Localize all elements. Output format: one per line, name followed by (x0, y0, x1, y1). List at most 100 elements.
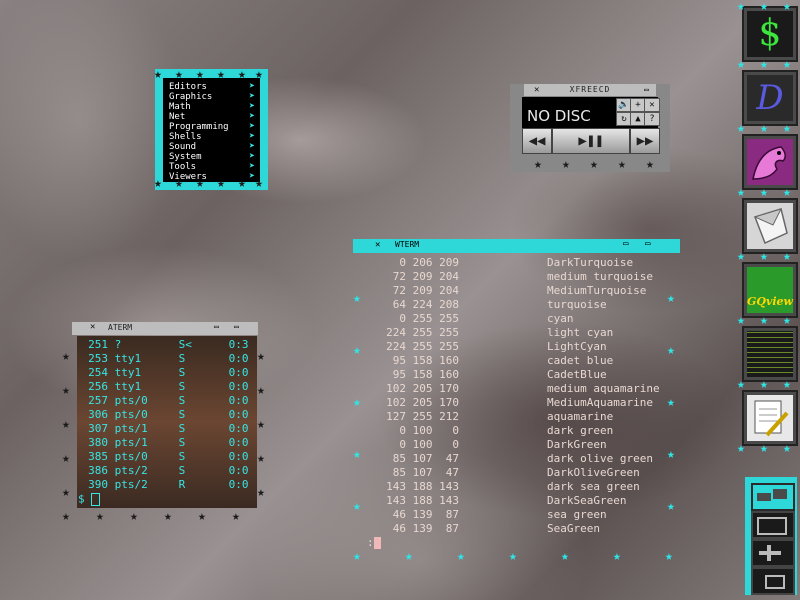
xfreecd-titlebar[interactable]: XFREECD (524, 84, 656, 96)
rgb-values: 95 158 160 (386, 368, 459, 381)
star-decoration-icon: ★ (238, 67, 246, 82)
color-name: DarkTurquoise (547, 256, 634, 269)
cpu-time: 0:3 (228, 338, 249, 351)
menu-item-system[interactable]: System ➤ (169, 152, 257, 163)
stat: S (178, 366, 186, 379)
dock-item-dragon[interactable] (742, 134, 798, 190)
rgb-values: 72 209 204 (386, 270, 459, 283)
color-name: dark olive green (547, 452, 653, 465)
star-decoration-icon: ★ (164, 509, 172, 524)
rgb-values: 95 158 160 (386, 354, 459, 367)
dock-item-gqview[interactable]: GQview (742, 262, 798, 318)
color-name: medium aquamarine (547, 382, 660, 395)
star-decoration-icon: ★ (667, 447, 675, 462)
wterm-window[interactable]: ✕ WTERM ▭ ▭ 0 206 209 DarkTurquoise 72 20… (353, 239, 680, 564)
wterm-titlebar[interactable]: ✕ WTERM ▭ ▭ (353, 239, 680, 253)
spreadsheet-app-icon (747, 331, 793, 377)
star-decoration-icon: ★ (667, 291, 675, 306)
color-name: MediumTurquoise (547, 284, 647, 297)
menu-item-tools[interactable]: Tools ➤ (169, 162, 257, 173)
maximize-icon[interactable]: ▭ (644, 85, 649, 94)
dock-item-notepad[interactable] (742, 390, 798, 446)
star-decoration-icon: ★ (130, 509, 138, 524)
stat: S (178, 408, 186, 421)
star-decoration-icon: ★ (353, 395, 361, 410)
color-name: medium turquoise (547, 270, 653, 283)
star-decoration-icon: ★ (783, 121, 791, 136)
star-decoration-icon: ★ (562, 157, 570, 172)
help-icon[interactable]: ? (644, 112, 660, 126)
menu-item-math[interactable]: Math ➤ (169, 102, 257, 113)
star-decoration-icon: ★ (783, 249, 791, 264)
menu-item-programming[interactable]: Programming ➤ (169, 122, 257, 133)
window-thumbnail (757, 517, 787, 535)
pager-prompt[interactable]: : (367, 536, 381, 550)
star-decoration-icon: ★ (154, 176, 162, 191)
maximize-icon[interactable]: ▭ (234, 322, 239, 331)
desktop-3[interactable] (751, 539, 795, 567)
menu-item-shells[interactable]: Shells ➤ (169, 132, 257, 143)
aterm-window[interactable]: ✕ ATERM ▭ ▭ 251 ? S< 0:3 253 tty1 S 0:0 254 … (62, 322, 270, 524)
tty: pts/2 (114, 478, 148, 491)
desktop-2[interactable] (751, 511, 795, 539)
star-decoration-icon: ★ (196, 176, 204, 191)
pid: 307 (88, 422, 108, 435)
close-icon[interactable]: ✕ (534, 85, 539, 95)
pid: 390 (88, 478, 108, 491)
process-row: 307 pts/1 S 0:0 (78, 422, 249, 435)
rgb-values: 64 224 208 (386, 298, 459, 311)
rewind-button[interactable]: ◀◀ (522, 128, 552, 154)
cpu-time: 0:0 (228, 394, 249, 407)
process-row: 253 tty1 S 0:0 (78, 353, 248, 365)
stat: S (178, 450, 186, 463)
menu-item-net[interactable]: Net ➤ (169, 112, 257, 123)
minimize-icon[interactable]: ▭ (214, 322, 219, 331)
star-decoration-icon: ★ (175, 176, 183, 191)
dock-item-d[interactable]: D (742, 70, 798, 126)
stat: S (178, 464, 186, 477)
rgb-values: 224 255 255 (386, 326, 459, 339)
close-small-icon[interactable]: ✕ (644, 98, 660, 112)
close-icon[interactable]: ✕ (90, 322, 95, 332)
menu-item-graphics[interactable]: Graphics ➤ (169, 92, 257, 103)
dock-item-crystal[interactable] (742, 198, 798, 254)
star-decoration-icon: ★ (457, 549, 465, 564)
notepad-app-icon (747, 395, 793, 441)
star-decoration-icon: ★ (353, 343, 361, 358)
process-row: 386 pts/2 S 0:0 (78, 464, 249, 477)
rgb-values: 224 255 255 (386, 340, 459, 353)
star-decoration-icon: ★ (257, 451, 265, 466)
star-decoration-icon: ★ (737, 313, 745, 328)
menu-item-sound[interactable]: Sound ➤ (169, 142, 257, 153)
star-decoration-icon: ★ (613, 549, 621, 564)
minimize-icon[interactable]: ▭ (623, 239, 628, 249)
d-app-icon: D (747, 75, 793, 121)
rgb-values: 85 107 47 (386, 452, 459, 465)
play-pause-button[interactable]: ▶❚❚ (552, 128, 630, 154)
process-row: 385 pts/0 S 0:0 (78, 450, 248, 463)
maximize-icon[interactable]: ▭ (645, 239, 650, 249)
star-decoration-icon: ★ (255, 67, 263, 82)
desktop-1[interactable] (751, 483, 795, 511)
aterm-titlebar[interactable]: ✕ ATERM ▭ ▭ (72, 322, 258, 335)
shell-prompt[interactable]: $ (78, 493, 101, 506)
color-name: DarkSeaGreen (547, 494, 627, 507)
close-icon[interactable]: ✕ (375, 240, 380, 250)
star-decoration-icon: ★ (353, 549, 361, 564)
window-thumbnail (759, 551, 781, 555)
desktop-4[interactable] (751, 567, 795, 595)
app-menu: Editors ➤ Graphics ➤ Math ➤ Net ➤ Programmin… (154, 67, 268, 191)
menu-item-label: Tools (169, 162, 197, 172)
pid: 306 (88, 408, 108, 421)
dock-item-spreadsheet[interactable] (742, 326, 798, 382)
cpu-time: 0:0 (228, 366, 249, 379)
fast-forward-button[interactable]: ▶▶ (630, 128, 660, 154)
star-decoration-icon: ★ (154, 67, 162, 82)
menu-item-editors[interactable]: Editors ➤ (169, 82, 257, 93)
star-decoration-icon: ★ (760, 249, 768, 264)
cpu-time: 0:0 (228, 422, 249, 435)
app-menu-list: Editors ➤ Graphics ➤ Math ➤ Net ➤ Programmin… (163, 78, 260, 182)
dock-item-dollar[interactable]: $ (742, 6, 798, 62)
cpu-time: 0:0 (228, 464, 249, 477)
star-decoration-icon: ★ (737, 249, 745, 264)
